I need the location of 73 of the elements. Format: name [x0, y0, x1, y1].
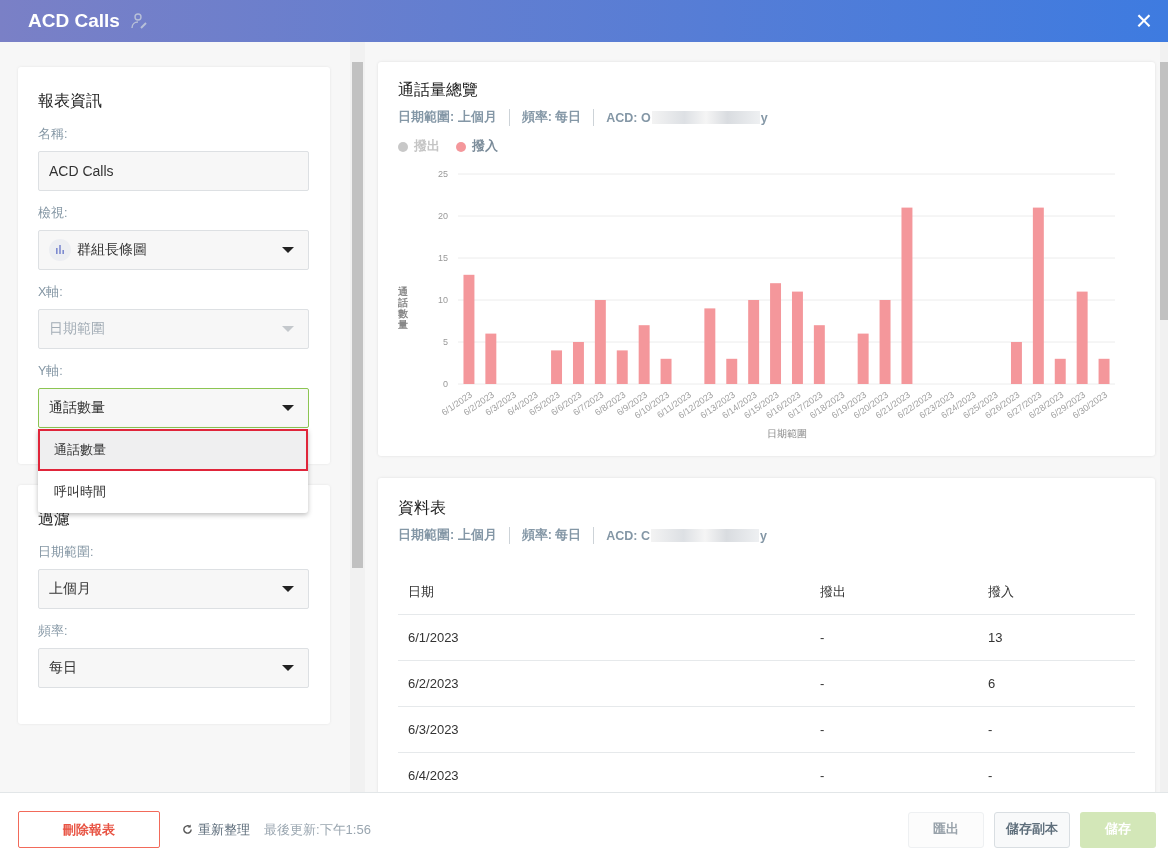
filter-summary: 頻率: 每日	[521, 527, 582, 544]
bar	[857, 333, 869, 384]
bar	[551, 350, 563, 384]
text-field[interactable]: ACD Calls	[38, 151, 309, 191]
caret-icon	[282, 586, 294, 592]
axis-tick-label: 25	[438, 169, 448, 179]
axis-tick-label: 10	[438, 295, 448, 305]
axis-tick-label: 0	[443, 379, 448, 389]
dropdown[interactable]: 上個月	[38, 569, 309, 609]
axis-title: 通話數量	[398, 286, 408, 330]
caret-icon	[282, 247, 294, 253]
field-label: 名稱:	[38, 126, 69, 143]
bar	[616, 350, 628, 384]
legend-item[interactable]: 撥入	[456, 138, 498, 155]
table-cell: -	[978, 706, 1135, 753]
scrollbar[interactable]	[1160, 42, 1168, 792]
bar	[813, 325, 825, 384]
table-cell: 6/3/2023	[398, 706, 810, 753]
axis-tick-label: 20	[438, 211, 448, 221]
table-cell: 13	[978, 614, 1135, 661]
table-cell: -	[810, 614, 978, 661]
table-cell: -	[810, 706, 978, 753]
column-header: 撥入	[978, 570, 1135, 615]
field-label: X軸:	[38, 284, 64, 301]
window-title: ACD Calls	[28, 10, 120, 32]
axis-tick-label: 15	[438, 253, 448, 263]
filter-summary: 日期範圍: 上個月	[398, 109, 497, 126]
person-edit-icon[interactable]	[129, 12, 148, 30]
table-cell: 6/1/2023	[398, 614, 810, 661]
refresh-button[interactable]: 重新整理	[182, 820, 250, 839]
field-label: 日期範圍:	[38, 544, 95, 561]
footer-button[interactable]: 儲存副本	[994, 811, 1070, 848]
last-updated-text: 最後更新:下午1:56	[264, 820, 371, 839]
dropdown[interactable]: 通話數量	[38, 388, 309, 428]
caret-icon	[282, 405, 294, 411]
bar	[1011, 342, 1022, 384]
axis-title: 日期範圍	[766, 428, 807, 439]
caret-icon	[282, 665, 294, 671]
scrollbar[interactable]	[350, 42, 365, 792]
bar	[660, 358, 672, 384]
filter-summary: ACD: O	[606, 110, 651, 125]
card-title: 資料表	[398, 498, 447, 518]
filter-summary: 頻率: 每日	[521, 109, 582, 126]
filter-summary: y	[760, 110, 768, 125]
refresh-icon	[182, 824, 193, 835]
table-cell: 6/2/2023	[398, 660, 810, 707]
axis-tick-label: 5	[443, 337, 448, 347]
field-label: 頻率:	[38, 623, 69, 640]
filter-summary: 日期範圍: 上個月	[398, 527, 497, 544]
bar	[638, 325, 650, 384]
filter-summary: y	[760, 528, 767, 543]
field-label: 檢視:	[38, 205, 69, 222]
dropdown[interactable]: 群組長條圖	[38, 230, 309, 270]
column-header: 撥出	[810, 570, 978, 615]
bar	[726, 358, 738, 384]
bar	[1054, 358, 1066, 384]
table-cell: 6	[978, 660, 1135, 707]
field-label: Y軸:	[38, 363, 64, 380]
caret-icon	[282, 326, 294, 332]
bar	[573, 342, 584, 384]
delete-button[interactable]: 刪除報表	[18, 811, 160, 848]
close-button[interactable]: ×	[1131, 7, 1156, 35]
menu-option[interactable]: 呼叫時間	[38, 471, 308, 513]
bar	[485, 333, 497, 384]
section-title: 報表資訊	[38, 91, 103, 111]
table-cell: -	[810, 660, 978, 707]
filter-summary: ACD: C	[606, 528, 651, 543]
bar-chart-icon	[49, 239, 71, 261]
card-title: 通話量總覽	[398, 80, 479, 100]
column-header: 日期	[398, 570, 810, 615]
bar	[1098, 358, 1110, 384]
menu-option[interactable]: 通話數量	[38, 429, 308, 471]
dropdown[interactable]: 每日	[38, 648, 309, 688]
